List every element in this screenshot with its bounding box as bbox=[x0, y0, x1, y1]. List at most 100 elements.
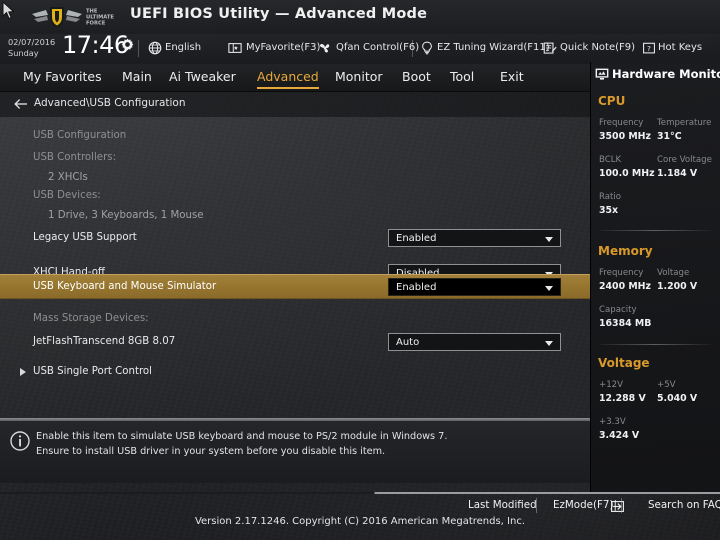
app-title: UEFI BIOS Utility — Advanced Mode bbox=[130, 6, 428, 22]
dropdown-value: Auto bbox=[396, 337, 420, 348]
back-arrow-icon[interactable] bbox=[14, 98, 28, 110]
chevron-down-icon bbox=[545, 286, 553, 291]
hw-separator-1 bbox=[599, 230, 711, 231]
fan-icon[interactable] bbox=[318, 41, 332, 55]
setting-label: Mass Storage Devices: bbox=[33, 313, 149, 324]
hw-section-voltage-title: Voltage bbox=[598, 356, 650, 370]
jetflash-transcend-dropdown[interactable]: Auto bbox=[388, 333, 561, 351]
tuf-logo: THE ULTIMATE FORCE bbox=[32, 7, 114, 28]
hw-key-cpu-temperature: Temperature bbox=[657, 118, 712, 128]
date-time-block: 02/07/2016 Sunday bbox=[8, 37, 55, 58]
hw-value-bclk: 100.0 MHz bbox=[599, 168, 655, 179]
title-bar: THE ULTIMATE FORCE UEFI BIOS Utility — A… bbox=[0, 0, 720, 34]
chevron-down-icon bbox=[545, 341, 553, 346]
hw-value-memory-voltage: 1.200 V bbox=[657, 281, 698, 292]
weekday-text: Sunday bbox=[8, 47, 39, 58]
setting-row-usb-configuration: USB Configuration bbox=[0, 125, 590, 148]
setting-value: 2 XHCIs bbox=[48, 172, 88, 183]
setting-label: USB Devices: bbox=[33, 190, 101, 201]
setting-row-jetflash-transcend[interactable]: JetFlashTranscend 8GB 8.07 Auto bbox=[0, 331, 590, 354]
setting-value: 1 Drive, 3 Keyboards, 1 Mouse bbox=[48, 210, 204, 221]
breadcrumb: Advanced\USB Configuration bbox=[34, 97, 186, 109]
hw-value-5v: 5.040 V bbox=[657, 393, 698, 404]
tab-my-favorites[interactable]: My Favorites bbox=[23, 69, 102, 87]
footer-bar: Last Modified EzMode(F7)| Search on FAQ … bbox=[0, 492, 720, 540]
ezmode-button[interactable]: EzMode(F7)| bbox=[553, 499, 617, 511]
hw-key-bclk: BCLK bbox=[599, 155, 622, 165]
hardware-monitor-panel: Hardware Monitor CPU Frequency 3500 MHz … bbox=[590, 62, 720, 492]
setting-row-device-summary: 1 Drive, 3 Keyboards, 1 Mouse bbox=[0, 205, 590, 228]
quick-note-label[interactable]: Quick Note(F9) bbox=[560, 42, 635, 53]
dropdown-value: Enabled bbox=[396, 282, 437, 293]
hardware-monitor-title: Hardware Monitor bbox=[612, 67, 720, 81]
hot-keys-label[interactable]: Hot Keys bbox=[658, 42, 702, 53]
dropdown-value: Enabled bbox=[396, 233, 437, 244]
help-text-line-1: Enable this item to simulate USB keyboar… bbox=[36, 431, 448, 442]
setting-label: USB Configuration bbox=[33, 130, 127, 141]
tab-exit[interactable]: Exit bbox=[500, 69, 524, 87]
date-text: 02/07/2016 bbox=[8, 37, 56, 47]
hw-key-memory-voltage: Voltage bbox=[657, 268, 690, 278]
hw-value-3-3v: 3.424 V bbox=[599, 430, 640, 441]
main-tab-bar: My Favorites Main Ai Tweaker Advanced Mo… bbox=[0, 64, 590, 92]
star-book-icon[interactable] bbox=[228, 41, 242, 55]
hw-key-memory-capacity: Capacity bbox=[599, 305, 637, 315]
setting-label: USB Single Port Control bbox=[33, 366, 152, 377]
legacy-usb-support-dropdown[interactable]: Enabled bbox=[388, 229, 561, 247]
note-icon[interactable] bbox=[543, 41, 557, 55]
hw-value-12v: 12.288 V bbox=[599, 393, 646, 404]
hw-value-memory-frequency: 2400 MHz bbox=[599, 281, 651, 292]
last-modified-button[interactable]: Last Modified bbox=[468, 499, 537, 511]
chevron-down-icon bbox=[545, 237, 553, 242]
globe-icon[interactable] bbox=[148, 41, 162, 55]
svg-text:?: ? bbox=[647, 44, 651, 53]
myfavorite-label[interactable]: MyFavorite(F3) bbox=[246, 42, 320, 53]
ezmode-arrow-icon[interactable] bbox=[611, 501, 624, 512]
usb-keyboard-mouse-simulator-dropdown[interactable]: Enabled bbox=[388, 278, 561, 296]
tab-main[interactable]: Main bbox=[122, 69, 152, 87]
clock-text: 17:46 bbox=[62, 31, 129, 59]
setting-row-mass-storage-devices: Mass Storage Devices: bbox=[0, 308, 590, 331]
tab-boot[interactable]: Boot bbox=[402, 69, 431, 87]
qfan-control-label[interactable]: Qfan Control(F6) bbox=[336, 42, 419, 53]
hw-section-memory-title: Memory bbox=[598, 244, 653, 258]
setting-row-legacy-usb-support[interactable]: Legacy USB Support Enabled bbox=[0, 227, 590, 250]
hw-key-core-voltage: Core Voltage bbox=[657, 155, 712, 165]
language-label[interactable]: English bbox=[165, 42, 201, 53]
help-panel: Enable this item to simulate USB keyboar… bbox=[0, 421, 590, 483]
tab-tool[interactable]: Tool bbox=[450, 69, 474, 87]
mouse-cursor-icon bbox=[2, 1, 15, 20]
hw-separator-2 bbox=[599, 344, 711, 345]
bulb-icon[interactable] bbox=[420, 41, 434, 55]
hw-key-cpu-frequency: Frequency bbox=[599, 118, 644, 128]
hw-key-ratio: Ratio bbox=[599, 192, 622, 202]
hw-section-cpu-title: CPU bbox=[598, 94, 626, 108]
hw-key-memory-frequency: Frequency bbox=[599, 268, 644, 278]
hw-value-core-voltage: 1.184 V bbox=[657, 168, 698, 179]
question-icon[interactable]: ? bbox=[642, 41, 656, 55]
info-icon bbox=[10, 431, 30, 451]
hw-value-cpu-temperature: 31°C bbox=[657, 131, 682, 142]
chevron-right-icon bbox=[20, 368, 26, 376]
setting-row-usb-single-port-control[interactable]: USB Single Port Control bbox=[0, 361, 590, 384]
search-on-faq-button[interactable]: Search on FAQ bbox=[648, 499, 720, 511]
hw-value-ratio: 35x bbox=[599, 205, 619, 216]
ez-tuning-wizard-label[interactable]: EZ Tuning Wizard(F11) bbox=[437, 42, 550, 53]
setting-label: USB Keyboard and Mouse Simulator bbox=[33, 281, 217, 292]
footer-top-rule bbox=[0, 492, 720, 494]
setting-label: Legacy USB Support bbox=[33, 232, 137, 243]
tab-advanced[interactable]: Advanced bbox=[257, 69, 319, 89]
gear-icon[interactable] bbox=[121, 38, 134, 51]
tuf-logo-line3: FORCE bbox=[86, 21, 106, 27]
tab-ai-tweaker[interactable]: Ai Tweaker bbox=[169, 69, 236, 87]
setting-label: USB Controllers: bbox=[33, 152, 117, 163]
info-bar: 02/07/2016 Sunday 17:46 English MyFavori… bbox=[0, 31, 720, 64]
hw-key-12v: +12V bbox=[599, 380, 624, 390]
footer-divider-2 bbox=[621, 498, 622, 513]
footer-divider-1 bbox=[536, 498, 537, 513]
hw-key-3-3v: +3.3V bbox=[599, 417, 626, 427]
hw-key-5v: +5V bbox=[657, 380, 676, 390]
setting-label: JetFlashTranscend 8GB 8.07 bbox=[33, 336, 176, 347]
tab-monitor[interactable]: Monitor bbox=[335, 69, 383, 87]
setting-row-usb-keyboard-mouse-simulator[interactable]: USB Keyboard and Mouse Simulator Enabled bbox=[0, 274, 590, 299]
